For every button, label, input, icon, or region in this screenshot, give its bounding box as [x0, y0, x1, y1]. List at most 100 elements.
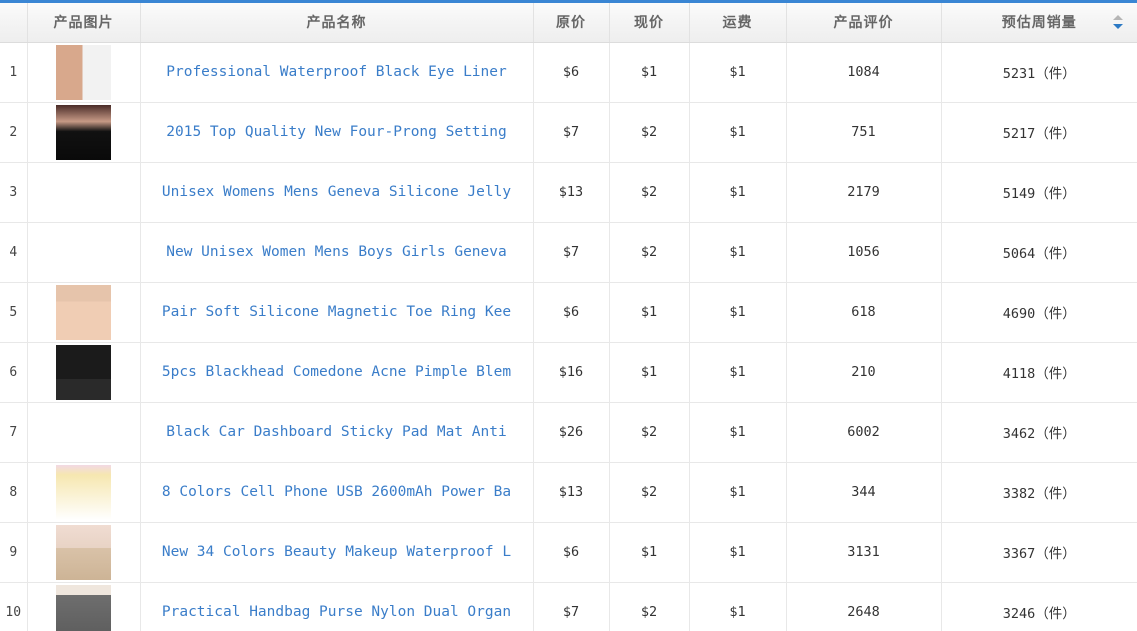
product-image-cell[interactable] — [27, 522, 141, 583]
table-row[interactable]: 7 Black Car Dashboard Sticky Pad Mat Anti… — [0, 402, 1137, 463]
current-price-cell: $2 — [609, 102, 690, 163]
shipping-fee-cell: $1 — [689, 402, 787, 463]
product-name-cell[interactable]: 5pcs Blackhead Comedone Acne Pimple Blem — [140, 342, 534, 403]
product-image-cell[interactable] — [27, 42, 141, 103]
row-index-cell: 2 — [0, 102, 28, 163]
product-name-link[interactable]: Practical Handbag Purse Nylon Dual Organ — [162, 604, 511, 620]
row-index-label: 3 — [9, 184, 18, 200]
shipping-fee-cell: $1 — [689, 102, 787, 163]
weekly-sales-cell: 4118（件） — [941, 342, 1137, 403]
product-reviews-cell: 6002 — [786, 402, 942, 463]
table-row[interactable]: 10 Practical Handbag Purse Nylon Dual Org… — [0, 582, 1137, 631]
row-index-cell: 9 — [0, 522, 28, 583]
table-row[interactable]: 9 New 34 Colors Beauty Makeup Waterproof … — [0, 522, 1137, 583]
table-row[interactable]: 8 8 Colors Cell Phone USB 2600mAh Power B… — [0, 462, 1137, 523]
weekly-sales-cell: 3367（件） — [941, 522, 1137, 583]
row-index-cell: 7 — [0, 402, 28, 463]
product-reviews-cell: 1056 — [786, 222, 942, 283]
product-name-cell[interactable]: New 34 Colors Beauty Makeup Waterproof L — [140, 522, 534, 583]
product-thumbnail-image[interactable] — [56, 524, 111, 580]
column-header-original-price[interactable]: 原价 — [533, 3, 610, 43]
table-row[interactable]: 5 Pair Soft Silicone Magnetic Toe Ring Ke… — [0, 282, 1137, 343]
shipping-fee-cell: $1 — [689, 342, 787, 403]
product-image-cell[interactable] — [27, 222, 141, 283]
sort-toggle-icon[interactable] — [1113, 14, 1123, 30]
weekly-sales-cell: 3382（件） — [941, 462, 1137, 523]
table-body: 1 Professional Waterproof Black Eye Liner… — [0, 42, 1137, 631]
product-name-cell[interactable]: 2015 Top Quality New Four-Prong Setting — [140, 102, 534, 163]
product-name-link[interactable]: New 34 Colors Beauty Makeup Waterproof L — [162, 544, 511, 560]
product-image-cell[interactable] — [27, 582, 141, 631]
product-image-cell[interactable] — [27, 282, 141, 343]
row-index-label: 1 — [9, 64, 18, 80]
row-index-cell: 10 — [0, 582, 28, 631]
column-header-product-reviews-label: 产品评价 — [833, 15, 894, 32]
product-name-cell[interactable]: Black Car Dashboard Sticky Pad Mat Anti — [140, 402, 534, 463]
table-row[interactable]: 4 New Unisex Women Mens Boys Girls Geneva… — [0, 222, 1137, 283]
product-thumbnail-image[interactable] — [56, 44, 111, 100]
row-index-cell: 3 — [0, 162, 28, 223]
product-name-link[interactable]: Professional Waterproof Black Eye Liner — [166, 64, 506, 80]
column-header-current-price-label: 现价 — [634, 15, 664, 32]
column-header-product-image[interactable]: 产品图片 — [27, 3, 141, 43]
product-thumbnail-image[interactable] — [56, 464, 111, 520]
table-header: 产品图片 产品名称 原价 现价 运费 产品评价 预估周销量 — [0, 3, 1137, 43]
product-thumbnail-image[interactable] — [56, 404, 111, 460]
product-name-link[interactable]: Pair Soft Silicone Magnetic Toe Ring Kee — [162, 304, 511, 320]
current-price-cell: $2 — [609, 582, 690, 631]
product-name-link[interactable]: New Unisex Women Mens Boys Girls Geneva — [166, 244, 506, 260]
product-name-link[interactable]: Black Car Dashboard Sticky Pad Mat Anti — [166, 424, 506, 440]
original-price-cell: $6 — [533, 522, 610, 583]
column-header-current-price[interactable]: 现价 — [609, 3, 690, 43]
product-name-link[interactable]: 5pcs Blackhead Comedone Acne Pimple Blem — [162, 364, 511, 380]
product-image-cell[interactable] — [27, 462, 141, 523]
product-image-cell[interactable] — [27, 102, 141, 163]
column-header-shipping-fee[interactable]: 运费 — [689, 3, 787, 43]
table-row[interactable]: 6 5pcs Blackhead Comedone Acne Pimple Ble… — [0, 342, 1137, 403]
product-thumbnail-image[interactable] — [56, 284, 111, 340]
row-index-cell: 4 — [0, 222, 28, 283]
column-header-product-reviews[interactable]: 产品评价 — [786, 3, 942, 43]
current-price-cell: $1 — [609, 282, 690, 343]
row-index-cell: 6 — [0, 342, 28, 403]
column-header-product-name-label: 产品名称 — [306, 15, 367, 32]
product-name-cell[interactable]: Unisex Womens Mens Geneva Silicone Jelly — [140, 162, 534, 223]
weekly-sales-cell: 4690（件） — [941, 282, 1137, 343]
current-price-cell: $1 — [609, 522, 690, 583]
original-price-cell: $6 — [533, 282, 610, 343]
product-ranking-table-container: 产品图片 产品名称 原价 现价 运费 产品评价 预估周销量 1 Professi… — [0, 0, 1137, 631]
column-header-product-name[interactable]: 产品名称 — [140, 3, 534, 43]
current-price-cell: $1 — [609, 342, 690, 403]
product-name-cell[interactable]: Pair Soft Silicone Magnetic Toe Ring Kee — [140, 282, 534, 343]
row-index-cell: 8 — [0, 462, 28, 523]
product-image-cell[interactable] — [27, 342, 141, 403]
row-index-cell: 5 — [0, 282, 28, 343]
original-price-cell: $16 — [533, 342, 610, 403]
product-image-cell[interactable] — [27, 402, 141, 463]
product-name-link[interactable]: 8 Colors Cell Phone USB 2600mAh Power Ba — [162, 484, 511, 500]
column-header-original-price-label: 原价 — [556, 15, 586, 32]
product-reviews-cell: 344 — [786, 462, 942, 523]
product-thumbnail-image[interactable] — [56, 224, 111, 280]
table-row[interactable]: 1 Professional Waterproof Black Eye Liner… — [0, 42, 1137, 103]
product-thumbnail-image[interactable] — [56, 584, 111, 631]
row-index-label: 9 — [9, 544, 18, 560]
product-name-link[interactable]: Unisex Womens Mens Geneva Silicone Jelly — [162, 184, 511, 200]
product-thumbnail-image[interactable] — [56, 104, 111, 160]
row-index-label: 7 — [9, 424, 18, 440]
product-name-cell[interactable]: Practical Handbag Purse Nylon Dual Organ — [140, 582, 534, 631]
product-name-cell[interactable]: Professional Waterproof Black Eye Liner — [140, 42, 534, 103]
table-row[interactable]: 2 2015 Top Quality New Four-Prong Setting… — [0, 102, 1137, 163]
table-row[interactable]: 3 Unisex Womens Mens Geneva Silicone Jell… — [0, 162, 1137, 223]
product-image-cell[interactable] — [27, 162, 141, 223]
product-name-link[interactable]: 2015 Top Quality New Four-Prong Setting — [166, 124, 506, 140]
column-header-weekly-sales[interactable]: 预估周销量 — [941, 3, 1137, 43]
weekly-sales-cell: 5149（件） — [941, 162, 1137, 223]
product-name-cell[interactable]: New Unisex Women Mens Boys Girls Geneva — [140, 222, 534, 283]
product-thumbnail-image[interactable] — [56, 164, 111, 220]
product-thumbnail-image[interactable] — [56, 344, 111, 400]
weekly-sales-cell: 3246（件） — [941, 582, 1137, 631]
product-name-cell[interactable]: 8 Colors Cell Phone USB 2600mAh Power Ba — [140, 462, 534, 523]
product-reviews-cell: 2648 — [786, 582, 942, 631]
row-index-label: 6 — [9, 364, 18, 380]
